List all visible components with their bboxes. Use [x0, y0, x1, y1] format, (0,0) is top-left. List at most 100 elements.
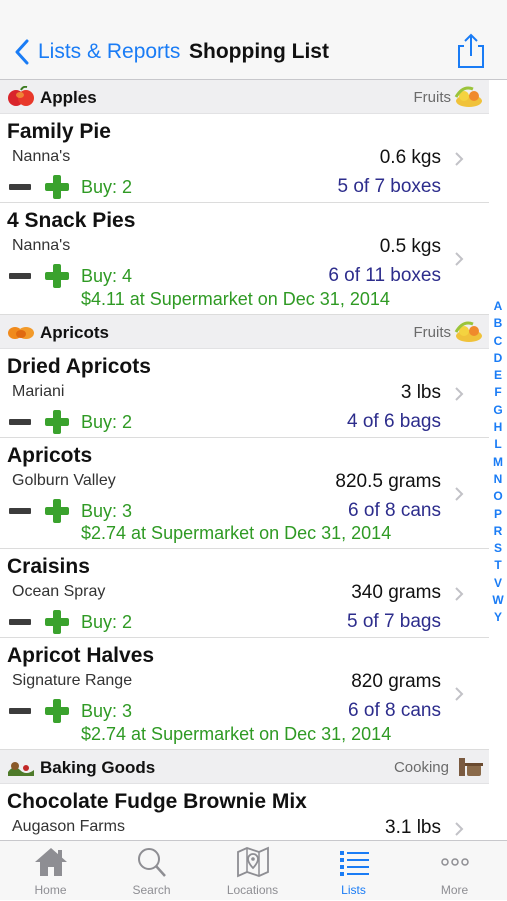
- shopping-list[interactable]: Apples Fruits Family Pie Nanna's 0.6 kgs…: [0, 80, 489, 840]
- list-icon: [339, 851, 369, 876]
- stock-level: 5 of 7 bags: [346, 611, 441, 632]
- list-item[interactable]: 4 Snack Pies Nanna's 0.5 kgs Buy: 4 6 of…: [0, 203, 489, 315]
- apple-icon: [8, 86, 34, 106]
- buy-count: Buy: 4: [81, 266, 133, 286]
- index-letter[interactable]: D: [494, 350, 503, 367]
- share-icon[interactable]: [456, 32, 486, 70]
- increase-button[interactable]: [45, 264, 69, 288]
- item-brand: Nanna's: [12, 237, 71, 254]
- item-name: Chocolate Fudge Brownie Mix: [7, 790, 307, 813]
- item-brand: Mariani: [12, 383, 65, 400]
- index-letter[interactable]: T: [494, 557, 501, 574]
- increase-button[interactable]: [45, 175, 69, 199]
- tab-lists[interactable]: Lists: [303, 841, 404, 901]
- apricot-icon: [8, 327, 34, 339]
- decrease-button[interactable]: [9, 419, 31, 425]
- fruit-basket-icon: [454, 86, 482, 107]
- chevron-right-icon[interactable]: [454, 586, 464, 602]
- item-brand: Signature Range: [12, 672, 133, 689]
- tab-search[interactable]: Search: [101, 841, 202, 901]
- index-letter[interactable]: R: [494, 523, 503, 540]
- stock-level: 6 of 8 cans: [348, 500, 441, 521]
- buy-count: Buy: 2: [81, 612, 133, 632]
- tab-home[interactable]: Home: [0, 841, 101, 901]
- list-item[interactable]: Apricot Halves Signature Range 820 grams…: [0, 638, 489, 750]
- section-header-apricots: Apricots Fruits: [0, 315, 489, 349]
- index-letter[interactable]: H: [494, 419, 503, 436]
- index-letter[interactable]: A: [494, 298, 503, 315]
- house-icon: [34, 848, 67, 876]
- increase-button[interactable]: [45, 410, 69, 434]
- chevron-right-icon[interactable]: [454, 486, 464, 502]
- buy-count: Buy: 3: [81, 701, 133, 721]
- index-letter[interactable]: N: [494, 471, 503, 488]
- index-letter[interactable]: S: [494, 540, 502, 557]
- baking-icon: [8, 762, 34, 776]
- list-item[interactable]: Chocolate Fudge Brownie Mix Augason Farm…: [0, 784, 489, 840]
- index-letter[interactable]: M: [493, 454, 503, 471]
- chevron-right-icon[interactable]: [454, 821, 464, 837]
- page-title: Shopping List: [189, 40, 329, 63]
- index-letter[interactable]: P: [494, 506, 502, 523]
- list-item[interactable]: Craisins Ocean Spray 340 grams Buy: 2 5 …: [0, 549, 489, 638]
- section-category: Cooking: [393, 759, 449, 776]
- item-brand: Golburn Valley: [12, 472, 116, 489]
- list-item[interactable]: Apricots Golburn Valley 820.5 grams Buy:…: [0, 438, 489, 549]
- item-quantity: 0.6 kgs: [379, 147, 441, 168]
- chevron-right-icon[interactable]: [454, 686, 464, 702]
- buy-count: Buy: 2: [81, 412, 133, 432]
- stock-level: 5 of 7 boxes: [337, 176, 441, 197]
- back-label: Lists & Reports: [38, 40, 181, 63]
- section-name: Apples: [40, 88, 97, 107]
- decrease-button[interactable]: [9, 273, 31, 279]
- chevron-right-icon[interactable]: [454, 251, 464, 267]
- navigation-bar: Lists & Reports Shopping List: [0, 0, 507, 80]
- price-info: $4.11 at Supermarket on Dec 31, 2014: [81, 289, 390, 309]
- increase-button[interactable]: [45, 610, 69, 634]
- item-quantity: 3.1 lbs: [385, 817, 441, 838]
- tab-more[interactable]: More: [404, 841, 505, 901]
- index-letter[interactable]: Y: [494, 609, 502, 626]
- tab-label: More: [440, 883, 469, 897]
- section-header-baking-goods: Baking Goods Cooking: [0, 750, 489, 784]
- item-quantity: 0.5 kgs: [379, 236, 441, 257]
- item-name: Dried Apricots: [7, 355, 151, 378]
- index-letter[interactable]: O: [493, 488, 502, 505]
- index-letter[interactable]: F: [494, 384, 501, 401]
- item-name: Craisins: [7, 555, 90, 578]
- back-button[interactable]: Lists & Reports: [12, 37, 180, 67]
- tab-bar: Home Search Locations Lists More: [0, 840, 507, 900]
- decrease-button[interactable]: [9, 184, 31, 190]
- decrease-button[interactable]: [9, 508, 31, 514]
- map-pin-icon: [236, 846, 269, 878]
- increase-button[interactable]: [45, 499, 69, 523]
- item-name: Apricots: [7, 444, 93, 467]
- index-letter[interactable]: L: [494, 436, 501, 453]
- section-index[interactable]: A B C D E F G H L M N O P R S T V W Y: [490, 298, 506, 627]
- stock-level: 6 of 11 boxes: [328, 265, 441, 286]
- item-name: 4 Snack Pies: [7, 209, 136, 232]
- chevron-right-icon[interactable]: [454, 151, 464, 167]
- tab-locations[interactable]: Locations: [202, 841, 303, 901]
- item-name: Family Pie: [7, 120, 111, 143]
- decrease-button[interactable]: [9, 619, 31, 625]
- increase-button[interactable]: [45, 699, 69, 723]
- section-name: Baking Goods: [40, 758, 156, 777]
- tab-label: Lists: [341, 883, 366, 897]
- index-letter[interactable]: B: [494, 315, 503, 332]
- index-letter[interactable]: W: [492, 592, 503, 609]
- index-letter[interactable]: C: [494, 333, 503, 350]
- chevron-right-icon[interactable]: [454, 386, 464, 402]
- stock-level: 6 of 8 cans: [348, 700, 441, 721]
- index-letter[interactable]: E: [494, 367, 502, 384]
- list-item[interactable]: Family Pie Nanna's 0.6 kgs Buy: 2 5 of 7…: [0, 114, 489, 203]
- index-letter[interactable]: V: [494, 575, 502, 592]
- section-name: Apricots: [40, 323, 109, 342]
- index-letter[interactable]: G: [493, 402, 502, 419]
- item-name: Apricot Halves: [7, 644, 155, 667]
- section-category: Fruits: [413, 89, 452, 106]
- list-item[interactable]: Dried Apricots Mariani 3 lbs Buy: 2 4 of…: [0, 349, 489, 438]
- decrease-button[interactable]: [9, 708, 31, 714]
- buy-count: Buy: 2: [81, 177, 133, 197]
- stock-level: 4 of 6 bags: [346, 411, 441, 432]
